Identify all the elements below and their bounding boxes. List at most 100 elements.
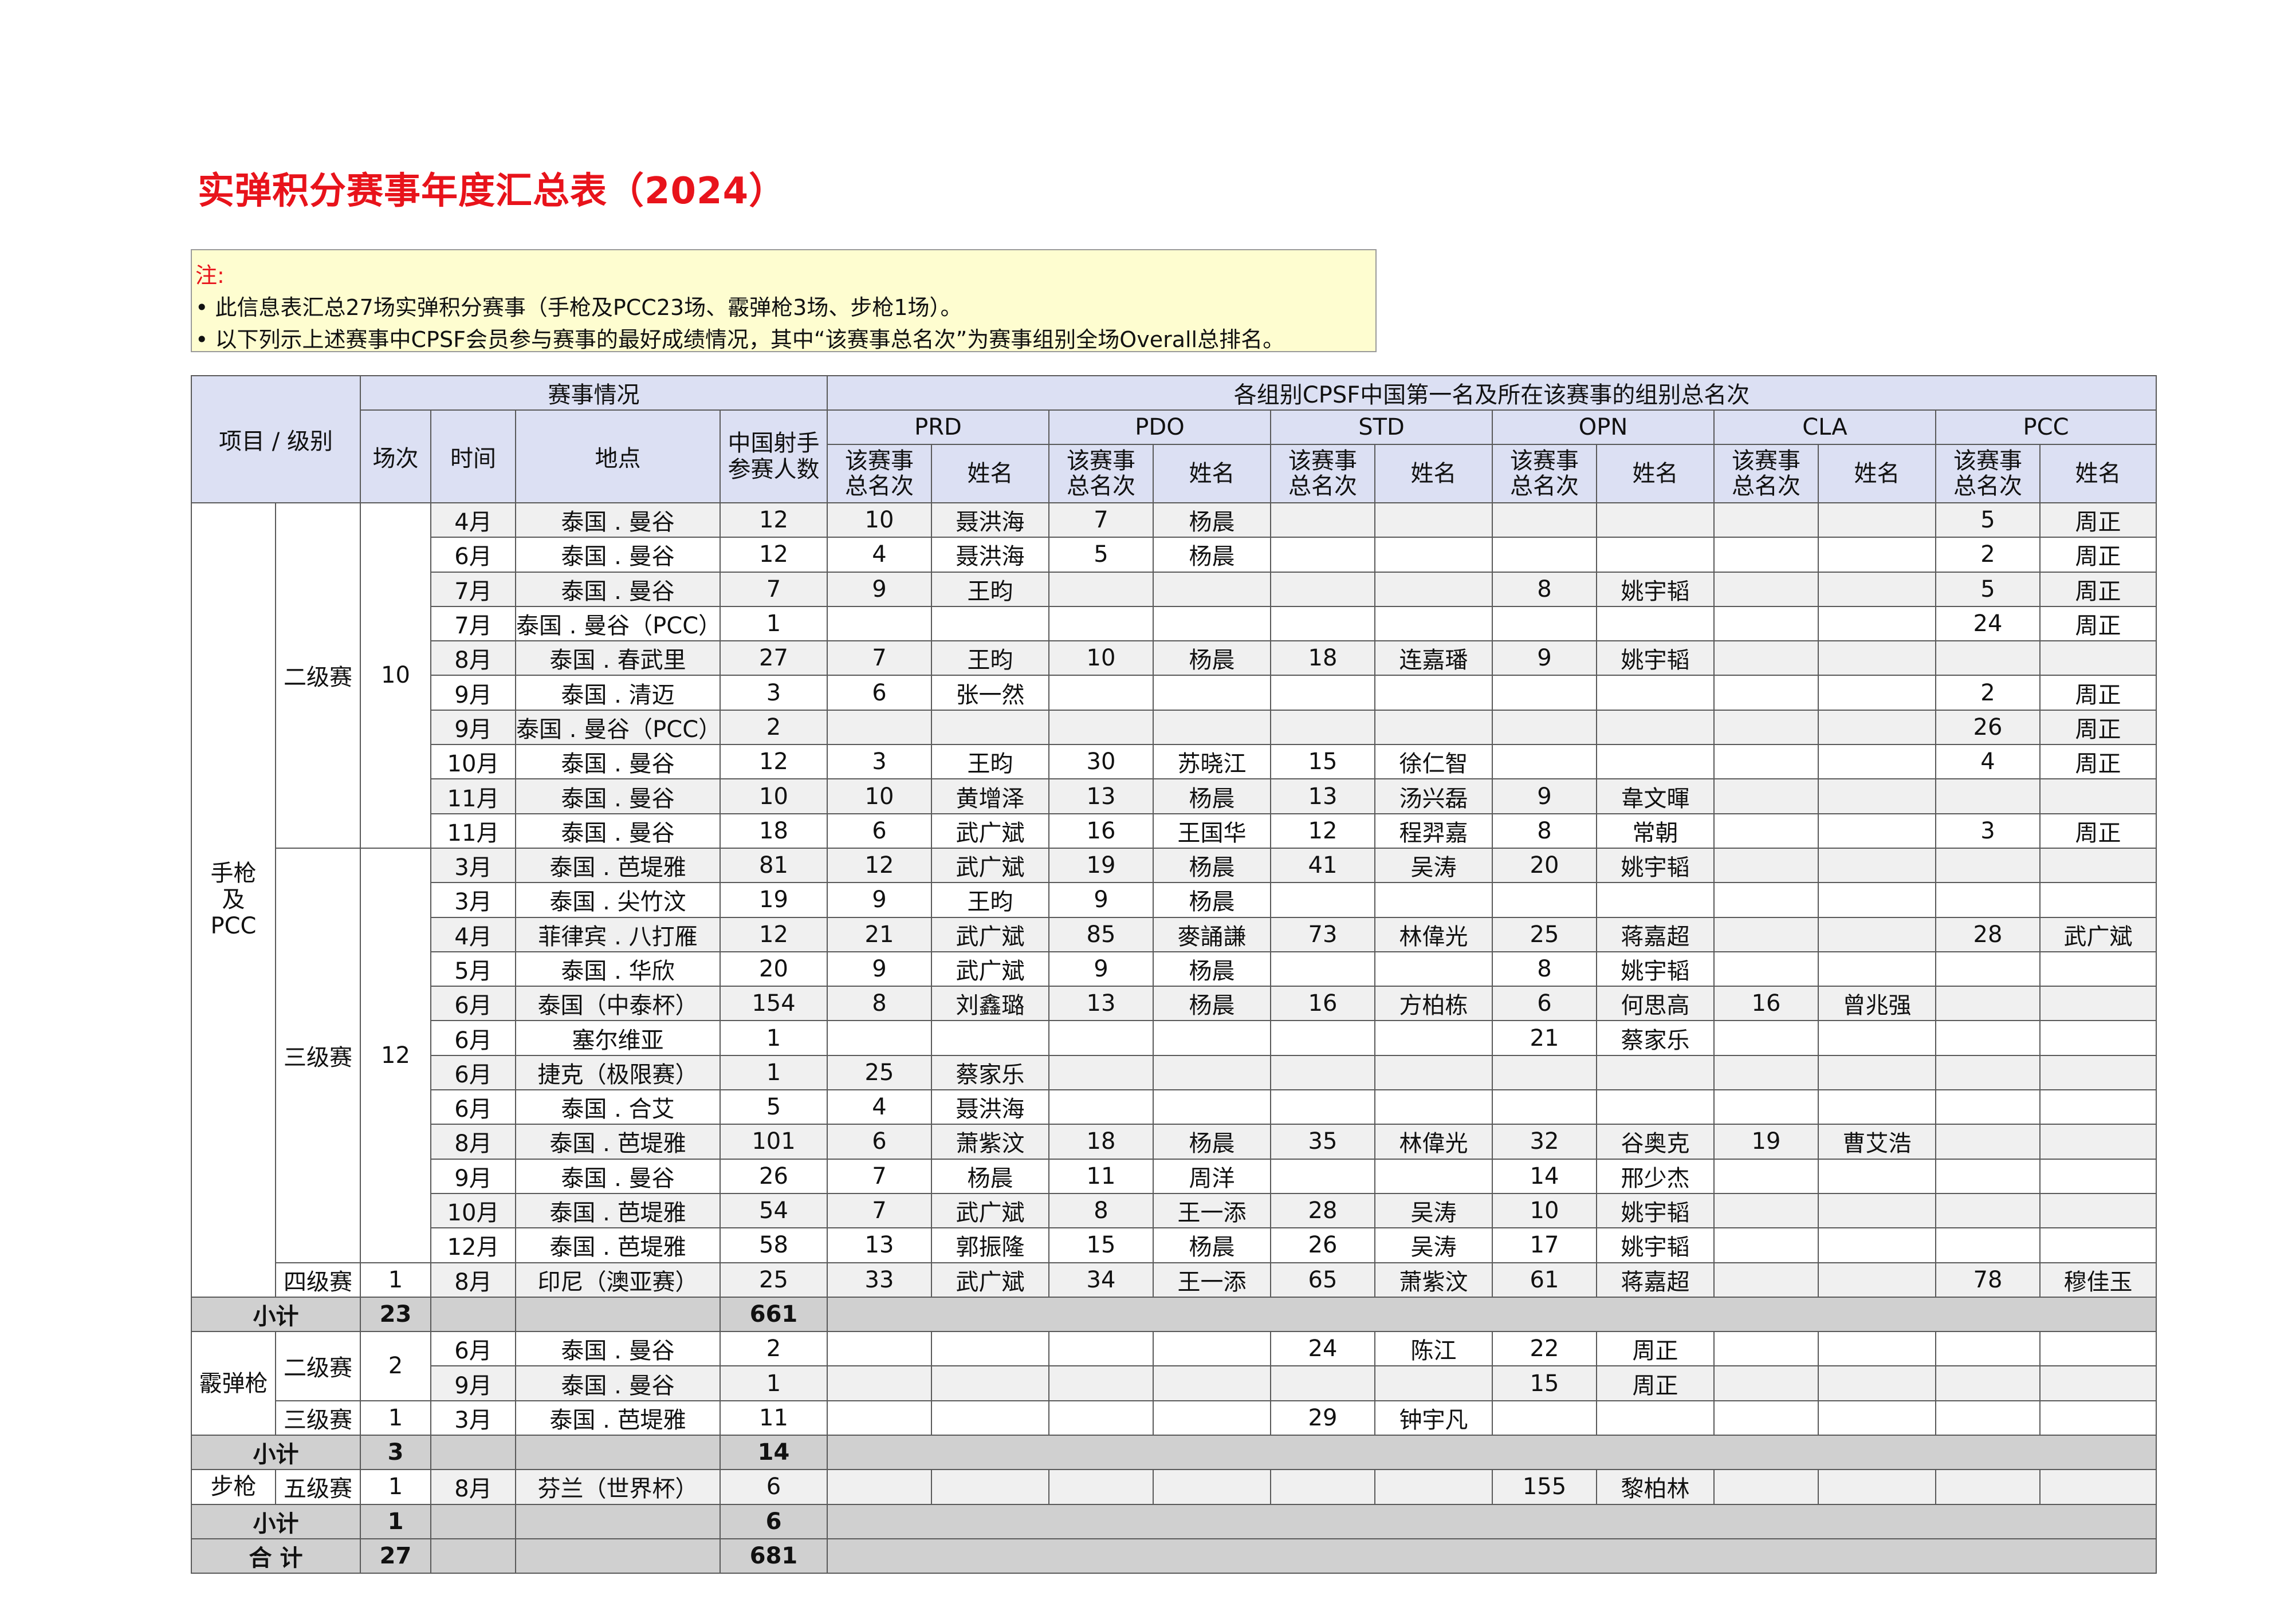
rank-cell — [1713, 1020, 1819, 1056]
location-cell: 泰国 . 曼谷 — [515, 778, 721, 814]
name-cell: 周正 — [2039, 744, 2157, 780]
name-cell: 何思高 — [1596, 986, 1715, 1022]
rank-cell — [1048, 675, 1154, 711]
location-cell: 泰国 . 芭堤雅 — [515, 847, 721, 884]
level-count-cell: 1 — [360, 1400, 431, 1436]
table-row: 7月 泰国 . 曼谷（PCC） 1 24 周正 — [191, 605, 2157, 642]
rank-cell — [1935, 1331, 2041, 1367]
name-cell: 汤兴磊 — [1374, 778, 1493, 814]
time-cell: 6月 — [430, 1054, 516, 1091]
name-cell: 苏晓江 — [1153, 744, 1271, 780]
location-cell: 芬兰（世界杯） — [515, 1469, 721, 1505]
rank-cell: 26 — [1935, 709, 2041, 746]
name-cell — [931, 1331, 1049, 1367]
name-cell: 王昀 — [931, 744, 1049, 780]
table-row: 11月 泰国 . 曼谷 10 10 黄增泽 13 杨晨 13 汤兴磊 9 韋文暉 — [191, 778, 2157, 814]
rank-cell: 10 — [827, 778, 932, 814]
name-cell — [931, 605, 1049, 642]
name-cell: 邢少杰 — [1596, 1158, 1715, 1194]
participants-cell: 26 — [720, 1158, 828, 1194]
name-cell — [1818, 709, 1936, 746]
name-cell — [2039, 1192, 2157, 1229]
rank-cell — [1048, 605, 1154, 642]
name-cell — [1153, 1054, 1271, 1091]
table-row: 7月 泰国 . 曼谷 7 9 王昀 8 姚宇韬 5 周正 — [191, 571, 2157, 607]
rank-cell: 13 — [1048, 778, 1154, 814]
level-cell: 四级赛 — [275, 1262, 361, 1298]
time-cell: 6月 — [430, 1331, 516, 1367]
rank-cell — [827, 1400, 932, 1436]
name-cell: 常朝 — [1596, 813, 1715, 849]
table-row: 霰弹枪 二级赛 2 6月 泰国 . 曼谷 2 24 陈江 22 周正 — [191, 1331, 2157, 1436]
name-cell: 武广斌 — [931, 951, 1049, 987]
rank-cell — [1935, 640, 2041, 676]
rank-cell — [1713, 951, 1819, 987]
header-results: 各组别CPSF中国第一名及所在该赛事的组别总名次 — [826, 375, 2157, 411]
rank-cell — [1935, 1400, 2041, 1436]
table-row: 三级赛 12 3月 泰国 . 芭堤雅 81 12 武广斌 19 杨晨 41 吴涛 20 姚宇韬 — [191, 847, 2157, 1263]
name-cell — [1818, 502, 1936, 538]
location-cell: 泰国 . 华欣 — [515, 951, 721, 987]
name-cell — [1818, 1331, 1936, 1367]
name-cell: 杨晨 — [1153, 1227, 1271, 1263]
rank-cell: 41 — [1270, 847, 1375, 884]
time-cell: 6月 — [430, 986, 516, 1022]
rank-cell: 34 — [1048, 1262, 1154, 1298]
header-location: 地点 — [515, 409, 721, 503]
participants-cell: 58 — [720, 1227, 828, 1263]
name-cell — [1153, 1365, 1271, 1401]
note-label: 注: — [195, 263, 225, 288]
location-cell: 塞尔维亚 — [515, 1020, 721, 1056]
subtotal-empty — [515, 1435, 721, 1471]
name-cell: 武广斌 — [931, 813, 1049, 849]
subtotal-results-empty — [826, 1503, 2157, 1539]
rank-cell: 6 — [827, 675, 932, 711]
subtotal-empty — [515, 1296, 721, 1333]
location-cell: 泰国 . 曼谷 — [515, 1365, 721, 1401]
rank-cell — [1713, 1331, 1819, 1367]
name-cell — [1153, 675, 1271, 711]
time-cell: 10月 — [430, 744, 516, 780]
rank-cell — [827, 1331, 932, 1367]
time-cell: 8月 — [430, 1262, 516, 1298]
name-cell: 连嘉璠 — [1374, 640, 1493, 676]
rank-cell — [1270, 882, 1375, 918]
time-cell: 9月 — [430, 1158, 516, 1194]
total-empty — [515, 1538, 721, 1574]
name-cell: 曹艾浩 — [1818, 1124, 1936, 1160]
rank-cell: 22 — [1492, 1331, 1597, 1367]
rank-cell — [1270, 1054, 1375, 1091]
table-row: 8月 泰国 . 春武里 27 7 王昀 10 杨晨 18 连嘉璠 9 姚宇韬 — [191, 640, 2157, 676]
note-line-1: • 此信息表汇总27场实弹积分赛事（手枪及PCC23场、霰弹枪3场、步枪1场）。 — [195, 295, 962, 320]
name-cell — [1374, 571, 1493, 607]
header-rank: 该赛事总名次 — [1270, 444, 1375, 503]
name-cell — [1818, 1469, 1936, 1505]
name-cell — [1596, 675, 1715, 711]
rank-cell: 16 — [1713, 986, 1819, 1022]
location-cell: 泰国 . 芭堤雅 — [515, 1124, 721, 1160]
participants-cell: 11 — [720, 1400, 828, 1436]
header-division-opn: OPN — [1492, 409, 1715, 445]
name-cell — [1153, 1331, 1271, 1367]
name-cell — [1374, 675, 1493, 711]
name-cell — [931, 1469, 1049, 1505]
header-division-std: STD — [1270, 409, 1493, 445]
name-cell — [1374, 502, 1493, 538]
rank-cell — [1492, 537, 1597, 573]
participants-cell: 20 — [720, 951, 828, 987]
rank-cell: 9 — [1048, 882, 1154, 918]
location-cell: 泰国 . 曼谷 — [515, 537, 721, 573]
rank-cell — [827, 605, 932, 642]
table-row: 6月 塞尔维亚 1 21 蔡家乐 — [191, 1020, 2157, 1056]
name-cell — [1596, 502, 1715, 538]
table-row: 9月 泰国 . 清迈 3 6 张一然 2 周正 — [191, 675, 2157, 711]
table-row: 10月 泰国 . 曼谷 12 3 王昀 30 苏晓江 15 徐仁智 4 周正 — [191, 744, 2157, 780]
name-cell: 黄增泽 — [931, 778, 1049, 814]
rank-cell — [1713, 1469, 1819, 1505]
time-cell: 8月 — [430, 1124, 516, 1160]
participants-cell: 27 — [720, 640, 828, 676]
location-cell: 泰国（中泰杯） — [515, 986, 721, 1022]
name-cell — [1818, 640, 1936, 676]
location-cell: 泰国 . 曼谷 — [515, 1331, 721, 1367]
name-cell — [2039, 778, 2157, 814]
